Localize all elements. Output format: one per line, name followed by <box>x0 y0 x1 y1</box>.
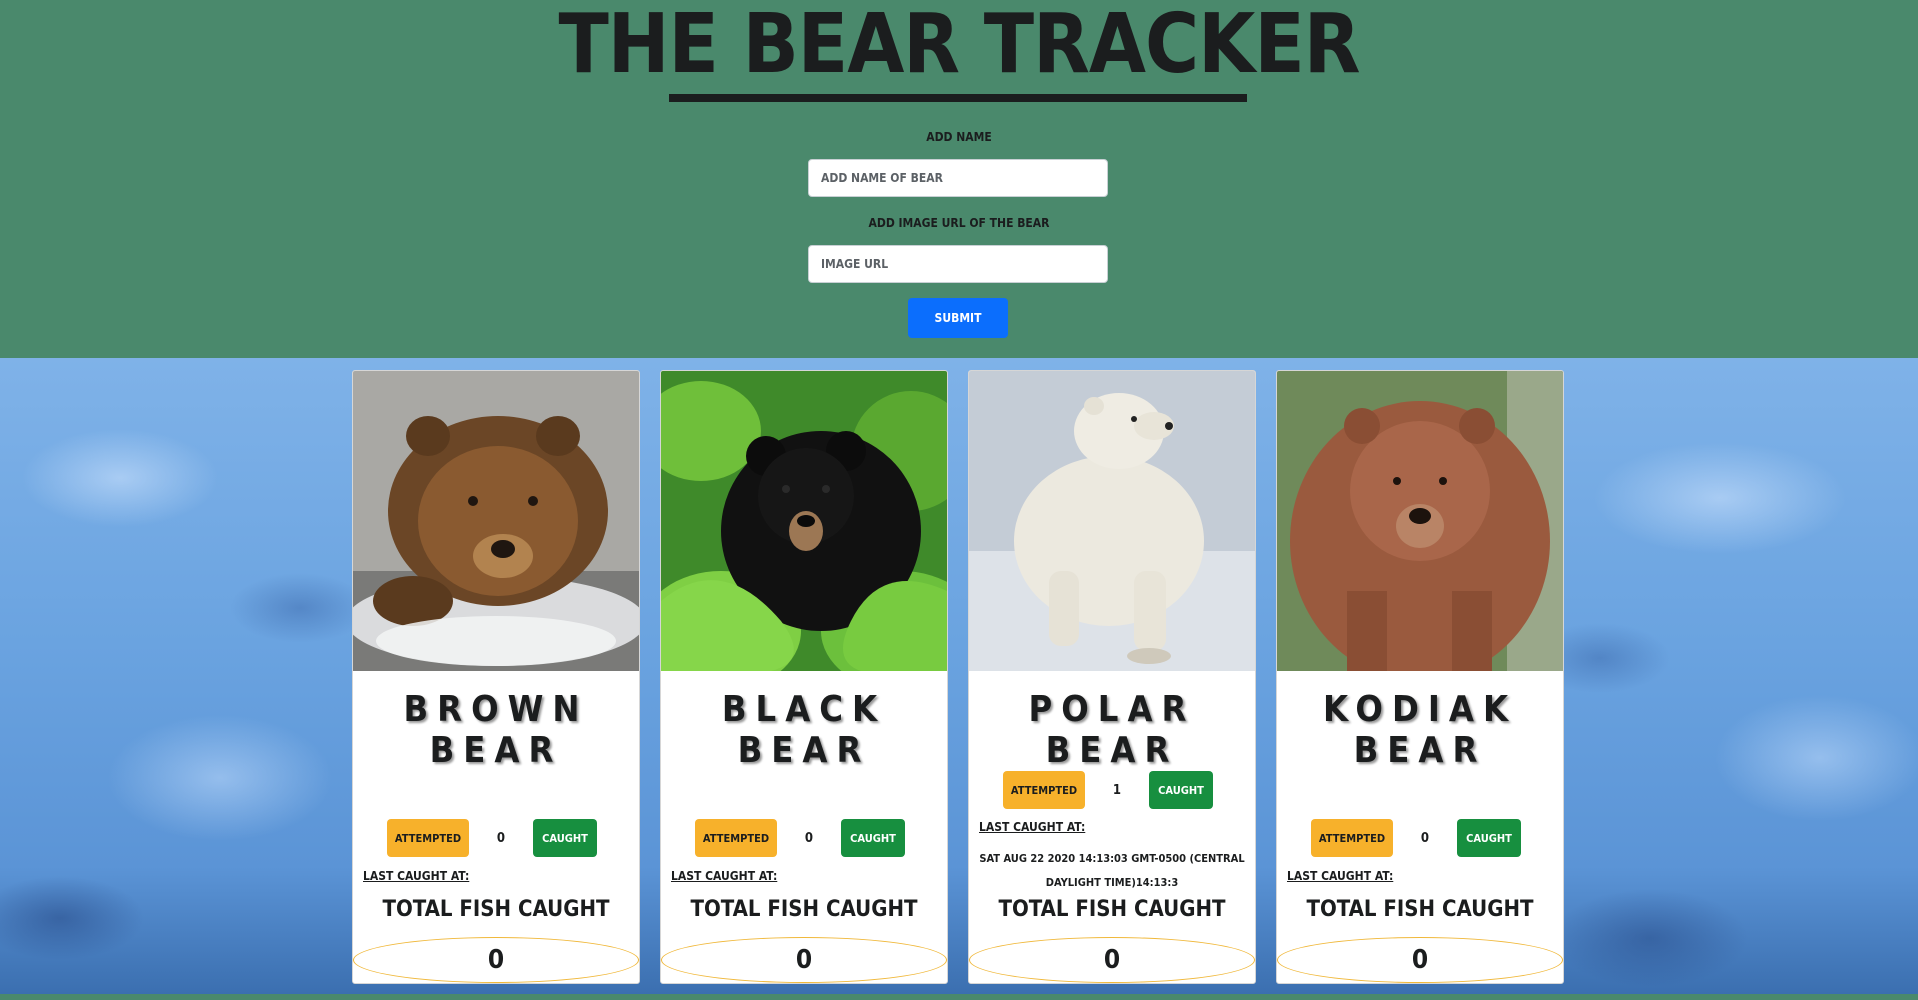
last-caught-label: Last Caught at: <box>671 869 778 883</box>
total-fish-label: Total Fish Caught <box>1306 897 1534 922</box>
black-bear-photo <box>661 371 947 671</box>
bear-card-polar: Polar Bear Attempted 1 Caught Last Caugh… <box>968 370 1256 984</box>
bear-name: Brown Bear <box>403 689 589 771</box>
total-fish-label: Total Fish Caught <box>690 897 918 922</box>
caught-button[interactable]: Caught <box>1149 771 1213 809</box>
counter-row: Attempted 0 Caught <box>1277 819 1563 857</box>
bear-name: Polar Bear <box>1028 689 1196 771</box>
caught-button[interactable]: Caught <box>533 819 597 857</box>
bear-name: Kodiak Bear <box>1322 689 1518 771</box>
total-fish-label: Total Fish Caught <box>998 897 1226 922</box>
last-caught-value: Sat Aug 22 2020 14:13:03 GMT-0500 (Centr… <box>979 852 1245 889</box>
total-fish-count: 0 <box>1103 945 1121 975</box>
image-url-input[interactable] <box>808 245 1108 283</box>
page-title: The Bear Tracker <box>558 0 1360 92</box>
header-section: The Bear Tracker Add Name Add Image URL … <box>0 0 1918 358</box>
image-url-label: Add Image URL of the bear <box>868 216 1050 230</box>
attempted-button[interactable]: Attempted <box>695 819 777 857</box>
last-caught-label: Last Caught at: <box>1287 869 1394 883</box>
submit-button[interactable]: Submit <box>908 298 1008 338</box>
title-underline <box>669 94 1247 102</box>
attempt-count: 0 <box>496 831 506 846</box>
footer-strip <box>0 994 1918 1000</box>
counter-row: Attempted 0 Caught <box>661 819 947 857</box>
total-fish-count: 0 <box>1411 945 1429 975</box>
last-caught-label: Last Caught at: <box>363 869 470 883</box>
total-fish-count: 0 <box>795 945 813 975</box>
total-fish-count: 0 <box>487 945 505 975</box>
brown-bear-photo <box>353 371 639 671</box>
bear-name-input[interactable] <box>808 159 1108 197</box>
total-fish-label: Total Fish Caught <box>382 897 610 922</box>
caught-button[interactable]: Caught <box>841 819 905 857</box>
polar-bear-photo <box>969 371 1255 671</box>
attempted-button[interactable]: Attempted <box>1003 771 1085 809</box>
counter-row: Attempted 0 Caught <box>353 819 639 857</box>
bear-card-black: Black Bear Attempted 0 Caught Last Caugh… <box>660 370 948 984</box>
caught-button[interactable]: Caught <box>1457 819 1521 857</box>
attempted-button[interactable]: Attempted <box>1311 819 1393 857</box>
attempt-count: 0 <box>1420 831 1430 846</box>
attempted-button[interactable]: Attempted <box>387 819 469 857</box>
attempt-count: 0 <box>804 831 814 846</box>
water-background <box>0 358 1918 994</box>
attempt-count: 1 <box>1112 783 1122 798</box>
bear-name: Black Bear <box>721 689 887 771</box>
bear-card-brown: Brown Bear Attempted 0 Caught Last Caugh… <box>352 370 640 984</box>
name-label: Add Name <box>926 130 992 144</box>
last-caught-label: Last Caught at: <box>979 820 1086 834</box>
bear-card-kodiak: Kodiak Bear Attempted 0 Caught Last Caug… <box>1276 370 1564 984</box>
counter-row: Attempted 1 Caught <box>969 771 1255 809</box>
kodiak-bear-photo <box>1277 371 1563 671</box>
